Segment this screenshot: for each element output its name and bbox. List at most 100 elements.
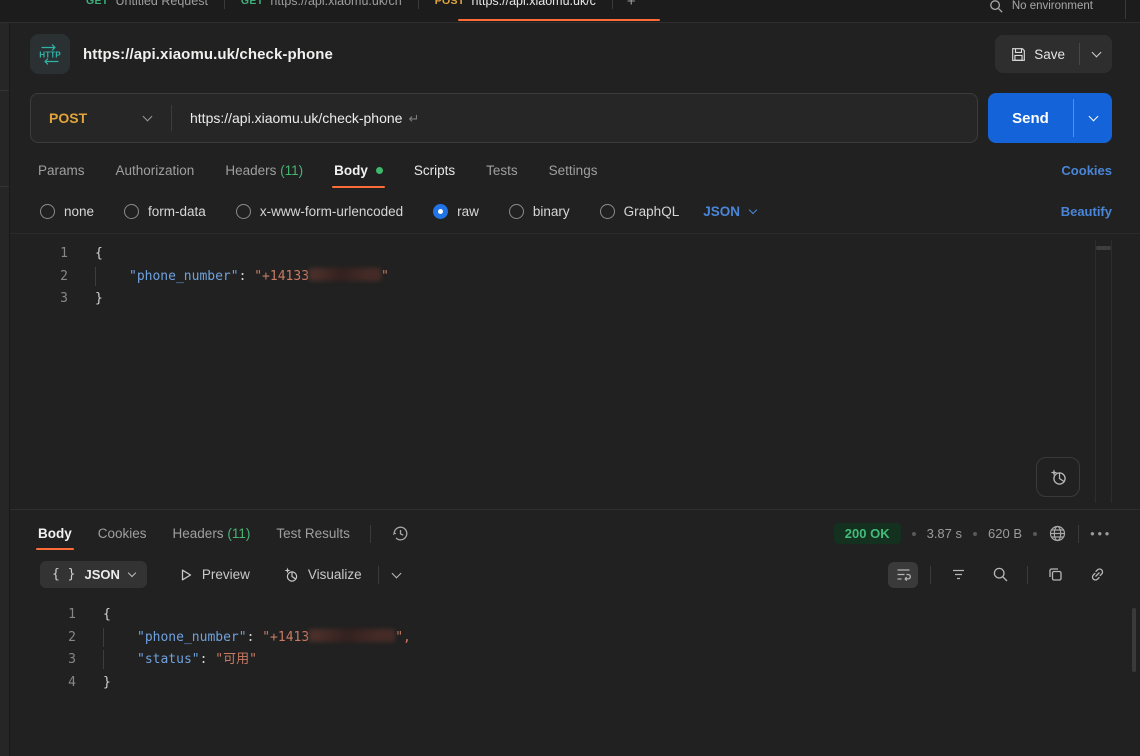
save-button-group: Save (995, 35, 1112, 73)
radio-selected-icon (433, 204, 448, 219)
headers-count: (11) (280, 163, 303, 178)
divider (1027, 566, 1028, 584)
radio-icon (509, 204, 524, 219)
editor-scrollbar-track[interactable] (1095, 240, 1112, 503)
more-options-icon[interactable]: ●●● (1090, 529, 1112, 538)
tab-label: Untitled Request (116, 0, 208, 8)
response-time[interactable]: 3.87 s (927, 526, 962, 541)
radio-binary[interactable]: binary (509, 204, 570, 219)
response-format-dropdown[interactable]: { } JSON (40, 561, 147, 588)
language-dropdown[interactable]: JSON (703, 204, 756, 219)
line-number: 2 (10, 627, 76, 650)
request-body-editor[interactable]: 1 { 2 "phone_number": "+14133" 3 } (10, 233, 1140, 509)
response-scrollbar-thumb[interactable] (1132, 608, 1136, 672)
tab-body-active[interactable]: Body (334, 163, 383, 188)
share-link-button[interactable] (1082, 562, 1112, 588)
radio-raw-selected[interactable]: raw (433, 204, 479, 219)
filter-button[interactable] (943, 562, 973, 588)
body-has-content-dot (376, 167, 383, 174)
radio-graphql[interactable]: GraphQL (600, 204, 680, 219)
line-number: 3 (10, 288, 68, 311)
status-badge[interactable]: 200 OK (834, 523, 901, 544)
braces-icon: { } (52, 567, 75, 582)
new-tab-button[interactable]: + (613, 0, 650, 10)
url-row: POST https://api.xiaomu.uk/check-phone↵ … (10, 82, 1140, 143)
method-selector[interactable]: POST (31, 110, 171, 126)
svg-text:HTTP: HTTP (39, 51, 61, 60)
search-icon (992, 566, 1009, 583)
save-button[interactable]: Save (995, 35, 1079, 73)
beautify-link[interactable]: Beautify (1061, 204, 1112, 219)
workspace-tab-post-request-active[interactable]: POST https://api.xiaomu.uk/c (419, 0, 612, 18)
response-headers-count: (11) (227, 526, 250, 541)
wrap-text-icon (895, 566, 912, 583)
response-tab-body-active[interactable]: Body (38, 526, 72, 550)
tab-settings[interactable]: Settings (549, 163, 598, 188)
send-button[interactable]: Send (988, 93, 1073, 143)
line-number: 1 (10, 243, 68, 266)
return-key-glyph: ↵ (408, 111, 419, 126)
link-icon (1089, 566, 1106, 583)
copy-button[interactable] (1040, 562, 1070, 588)
search-icon[interactable] (989, 0, 1004, 14)
radio-x-www-form-urlencoded[interactable]: x-www-form-urlencoded (236, 204, 403, 219)
radio-icon (40, 204, 55, 219)
send-options-button[interactable] (1074, 93, 1112, 143)
wrap-text-button[interactable] (888, 562, 918, 588)
method-label: POST (49, 110, 87, 126)
save-options-button[interactable] (1080, 35, 1112, 73)
radio-icon (236, 204, 251, 219)
response-tab-cookies[interactable]: Cookies (98, 526, 147, 550)
response-history-icon[interactable] (391, 524, 410, 543)
tab-headers[interactable]: Headers (11) (225, 163, 303, 188)
tab-scripts[interactable]: Scripts (414, 163, 455, 188)
cookies-link[interactable]: Cookies (1061, 163, 1112, 188)
chevron-down-icon[interactable] (391, 568, 401, 578)
line-number: 1 (10, 604, 76, 627)
search-response-button[interactable] (985, 562, 1015, 588)
chevron-down-icon (143, 112, 153, 122)
active-tab-underline (458, 19, 660, 21)
tab-params[interactable]: Params (38, 163, 85, 188)
line-number: 3 (10, 649, 76, 672)
http-request-icon: HTTP (30, 34, 70, 74)
redacted-phone-digits (309, 629, 395, 642)
chevron-down-icon (1091, 48, 1101, 58)
response-toolbar: { } JSON Preview Visualize (10, 553, 1140, 596)
code-line-2: 2 "phone_number": "+14133" (10, 266, 1140, 289)
environment-selector[interactable]: No environment (1012, 0, 1093, 12)
editor-scrollbar-thumb[interactable] (1096, 246, 1111, 250)
filter-icon (950, 566, 967, 583)
request-header: HTTP https://api.xiaomu.uk/check-phone S… (10, 23, 1140, 82)
visualize-button[interactable]: Visualize (282, 566, 362, 583)
indent-guide (103, 650, 137, 669)
response-size[interactable]: 620 B (988, 526, 1022, 541)
network-globe-icon[interactable] (1048, 524, 1067, 543)
response-body-viewer[interactable]: 1 { 2 "phone_number": "+1413", 3 "status… (10, 596, 1140, 694)
send-button-group: Send (988, 93, 1112, 143)
radio-none[interactable]: none (40, 204, 94, 219)
tab-tests[interactable]: Tests (486, 163, 518, 188)
strip-divider (1125, 0, 1126, 19)
request-title: https://api.xiaomu.uk/check-phone (83, 46, 982, 63)
divider (930, 566, 931, 584)
save-icon (1011, 47, 1026, 62)
response-line-3: 3 "status": "可用" (10, 649, 1140, 672)
response-tab-test-results[interactable]: Test Results (276, 526, 350, 550)
postbot-ai-button[interactable] (1036, 457, 1080, 497)
collapsed-sidebar-rail[interactable] (0, 23, 10, 756)
preview-button[interactable]: Preview (179, 567, 250, 582)
indent-guide (95, 267, 129, 286)
tab-authorization[interactable]: Authorization (116, 163, 195, 188)
workspace-tab-get-request[interactable]: GET https://api.xiaomu.uk/ch (225, 0, 418, 18)
code-line-1: 1 { (10, 243, 1140, 266)
radio-icon (600, 204, 615, 219)
url-input[interactable]: https://api.xiaomu.uk/check-phone↵ (172, 110, 419, 127)
sparkle-icon (282, 566, 299, 583)
divider (378, 566, 379, 584)
response-tab-headers[interactable]: Headers (11) (173, 526, 251, 550)
request-tab-bar: Params Authorization Headers (11) Body S… (10, 143, 1140, 188)
divider (1078, 525, 1079, 543)
radio-form-data[interactable]: form-data (124, 204, 206, 219)
workspace-tab-untitled[interactable]: GET Untitled Request (70, 0, 224, 18)
